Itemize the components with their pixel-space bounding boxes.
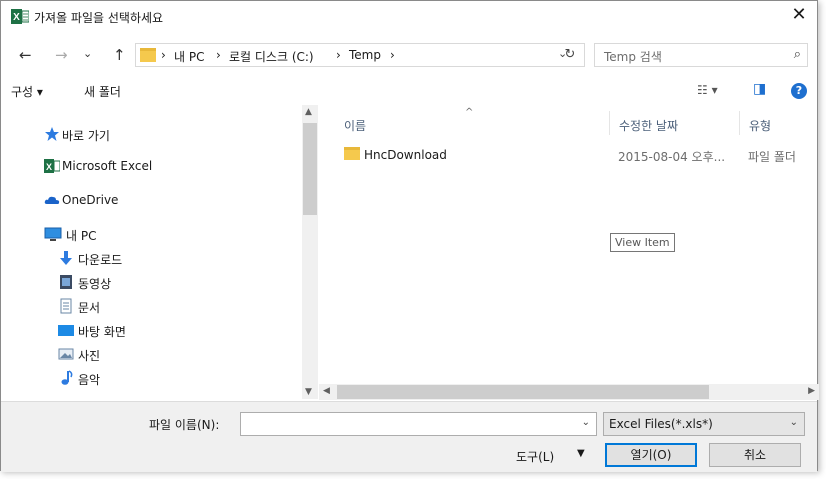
scroll-up-icon[interactable]: ▲ <box>305 107 312 117</box>
folder-icon <box>140 48 156 62</box>
dialog-footer: 파일 이름(N): ⌄ Excel Files(*.xls*) ⌄ 도구(L) … <box>1 401 817 472</box>
back-arrow-icon[interactable]: ← <box>19 46 32 64</box>
column-divider[interactable] <box>739 111 740 135</box>
sidebar-item-label: 동영상 <box>78 277 112 291</box>
file-modified-date: 2015-08-04 오후... <box>618 150 726 164</box>
search-icon: ⌕ <box>793 47 801 62</box>
scroll-left-icon[interactable]: ◀ <box>323 386 330 396</box>
excel-icon: X <box>44 159 60 173</box>
svg-text:X: X <box>46 162 52 172</box>
search-placeholder: Temp 검색 <box>604 50 662 64</box>
music-icon <box>61 370 73 385</box>
column-header-date[interactable]: 수정한 날짜 <box>619 117 678 134</box>
sidebar-item-label: Microsoft Excel <box>62 159 153 173</box>
sort-ascending-icon: ^ <box>465 107 474 118</box>
folder-icon <box>344 147 360 160</box>
close-icon: ✕ <box>791 4 807 25</box>
breadcrumb-separator[interactable]: › <box>336 48 341 62</box>
filename-input[interactable]: ⌄ <box>240 412 597 436</box>
desktop-icon <box>58 325 74 336</box>
scroll-down-icon[interactable]: ▼ <box>305 387 312 397</box>
star-icon <box>45 127 59 141</box>
sidebar-item-label: 문서 <box>78 301 101 315</box>
title-bar: X 가져올 파일을 선택하세요 ✕ <box>1 1 817 31</box>
close-button[interactable]: ✕ <box>781 1 817 31</box>
tooltip: View Item <box>610 233 675 252</box>
scroll-right-icon[interactable]: ▶ <box>808 386 815 396</box>
file-list-horizontal-scrollbar[interactable]: ◀ ▶ <box>319 384 819 400</box>
video-icon <box>60 275 72 289</box>
sidebar-item-label: 음악 <box>78 373 101 387</box>
up-folder-icon[interactable]: ↑ <box>113 46 126 64</box>
document-icon <box>60 298 72 314</box>
breadcrumb-separator[interactable]: › <box>161 48 166 62</box>
sidebar-item-label: 다운로드 <box>78 253 123 267</box>
refresh-icon: ↻ <box>564 47 576 62</box>
excel-icon: X <box>11 9 29 24</box>
address-bar[interactable]: › 내 PC › 로컬 디스크 (C:) › Temp › ⌄ <box>135 43 585 67</box>
preview-pane-icon[interactable]: ◨ <box>753 81 766 97</box>
pc-icon <box>44 227 62 241</box>
breadcrumb-separator[interactable]: › <box>216 48 221 62</box>
navigation-pane[interactable]: 바로 가기 X Microsoft Excel OneDrive 내 PC 다운… <box>2 105 302 403</box>
organize-button[interactable]: 구성 ▾ <box>11 83 43 100</box>
breadcrumb-temp[interactable]: Temp <box>349 48 381 62</box>
filename-dropdown-icon[interactable]: ⌄ <box>582 417 590 428</box>
open-file-dialog: X 가져올 파일을 선택하세요 ✕ ← → ⌄ ↑ › 내 PC › 로컬 디스… <box>0 0 819 472</box>
download-icon <box>60 251 72 265</box>
cancel-button[interactable]: 취소 <box>709 443 801 467</box>
refresh-button[interactable]: ↻ <box>558 44 582 68</box>
window-title: 가져올 파일을 선택하세요 <box>34 11 164 25</box>
sidebar-item-label: 사진 <box>78 349 101 363</box>
filename-label: 파일 이름(N): <box>149 418 220 432</box>
open-button[interactable]: 열기(O) <box>605 443 697 467</box>
navigation-scrollbar[interactable]: ▲ ▼ <box>302 105 318 399</box>
sidebar-item-label: OneDrive <box>62 193 119 207</box>
recent-locations-icon[interactable]: ⌄ <box>83 47 92 60</box>
picture-icon <box>58 348 74 360</box>
breadcrumb-separator[interactable]: › <box>390 48 395 62</box>
new-folder-button[interactable]: 새 폴더 <box>84 83 121 100</box>
chevron-down-icon: ⌄ <box>789 417 798 428</box>
scrollbar-thumb[interactable] <box>303 123 317 215</box>
help-icon[interactable]: ? <box>791 83 807 99</box>
breadcrumb-my-pc[interactable]: 내 PC <box>174 48 204 65</box>
file-name: HncDownload <box>364 148 447 162</box>
command-bar: 구성 ▾ 새 폴더 ☷ ▾ ◨ ? <box>1 77 817 105</box>
search-input[interactable]: Temp 검색 ⌕ <box>594 43 808 67</box>
file-list-item[interactable]: HncDownload 2015-08-04 오후... 파일 폴더 <box>319 145 819 165</box>
sidebar-item-label: 바로 가기 <box>62 129 110 143</box>
cloud-icon <box>44 196 60 204</box>
file-type: 파일 폴더 <box>748 150 796 164</box>
forward-arrow-icon[interactable]: → <box>55 46 68 64</box>
breadcrumb-local-disk[interactable]: 로컬 디스크 (C:) <box>229 48 314 65</box>
tools-button[interactable]: 도구(L) <box>516 448 554 465</box>
sidebar-item-label: 내 PC <box>66 229 97 243</box>
file-type-filter[interactable]: Excel Files(*.xls*) ⌄ <box>603 412 805 436</box>
column-divider[interactable] <box>609 111 610 135</box>
view-options-icon[interactable]: ☷ ▾ <box>697 83 718 97</box>
column-header-type[interactable]: 유형 <box>749 117 771 134</box>
tools-dropdown-icon[interactable]: ▼ <box>577 448 585 459</box>
column-header-name[interactable]: 이름 <box>344 117 366 134</box>
scrollbar-thumb[interactable] <box>337 385 709 399</box>
sidebar-item-label: 바탕 화면 <box>78 325 126 339</box>
file-type-filter-value: Excel Files(*.xls*) <box>609 417 713 431</box>
svg-text:X: X <box>13 12 20 23</box>
